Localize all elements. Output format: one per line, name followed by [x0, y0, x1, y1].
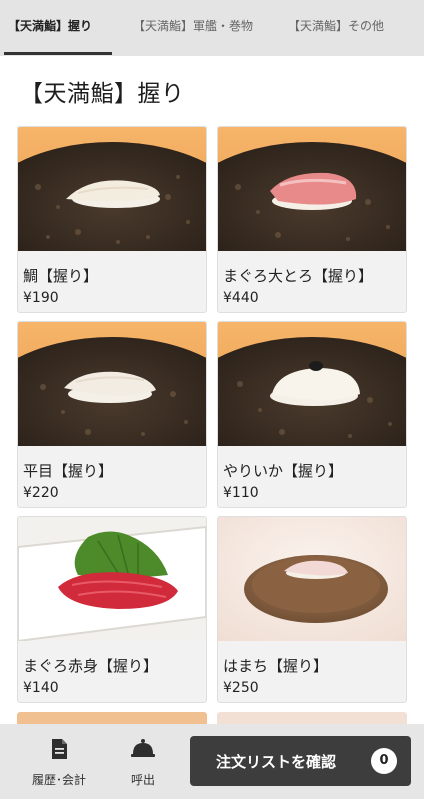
item-photo	[218, 322, 406, 446]
tab-gunkan-makimono[interactable]: 【天満鮨】軍艦・巻物	[133, 0, 253, 56]
item-price: ¥140	[23, 680, 59, 696]
item-photo	[218, 127, 406, 251]
menu-item-card[interactable]: やりいか【握り】 ¥110	[217, 321, 407, 508]
active-tab-indicator	[4, 52, 112, 55]
menu-item-card[interactable]: まぐろ大とろ【握り】 ¥440	[217, 126, 407, 313]
section-title: 【天満鮨】握り	[20, 81, 185, 107]
item-name: 鯛【握り】	[23, 267, 99, 285]
item-photo	[18, 127, 206, 251]
item-price: ¥190	[23, 290, 59, 306]
category-tab-bar: 【天満鮨】握り 【天満鮨】軍艦・巻物 【天満鮨】その他	[0, 0, 424, 56]
menu-item-card[interactable]: まぐろ赤身【握り】 ¥140	[17, 516, 207, 703]
item-price: ¥250	[223, 680, 259, 696]
order-count-badge: 0	[371, 748, 397, 774]
service-bell-icon	[131, 738, 155, 762]
item-price: ¥110	[223, 485, 259, 501]
item-name: まぐろ赤身【握り】	[23, 657, 159, 675]
call-staff-label: 呼出	[130, 773, 155, 787]
tab-other[interactable]: 【天満鮨】その他	[288, 0, 384, 56]
menu-item-card[interactable]: 鯛【握り】 ¥190	[17, 126, 207, 313]
item-photo	[18, 517, 206, 641]
order-list-label: 注文リストを確認	[216, 753, 337, 771]
item-name: はまち【握り】	[223, 657, 329, 675]
bottom-action-bar: 履歴･会計 呼出 注文リストを確認 0	[0, 724, 424, 799]
history-checkout-button[interactable]: 履歴･会計	[20, 724, 98, 799]
menu-item-card[interactable]: 平目【握り】 ¥220	[17, 321, 207, 508]
tab-nigiri[interactable]: 【天満鮨】握り	[8, 0, 92, 56]
view-order-list-button[interactable]: 注文リストを確認 0	[190, 736, 411, 786]
item-photo	[18, 322, 206, 446]
history-checkout-label: 履歴･会計	[31, 773, 86, 787]
call-staff-button[interactable]: 呼出	[113, 724, 173, 799]
item-name: まぐろ大とろ【握り】	[223, 267, 374, 285]
item-price: ¥220	[23, 485, 59, 501]
item-photo	[218, 517, 406, 641]
menu-item-card[interactable]: はまち【握り】 ¥250	[217, 516, 407, 703]
item-name: やりいか【握り】	[223, 462, 344, 480]
item-name: 平目【握り】	[23, 462, 114, 480]
receipt-icon	[50, 738, 68, 764]
item-price: ¥440	[223, 290, 259, 306]
